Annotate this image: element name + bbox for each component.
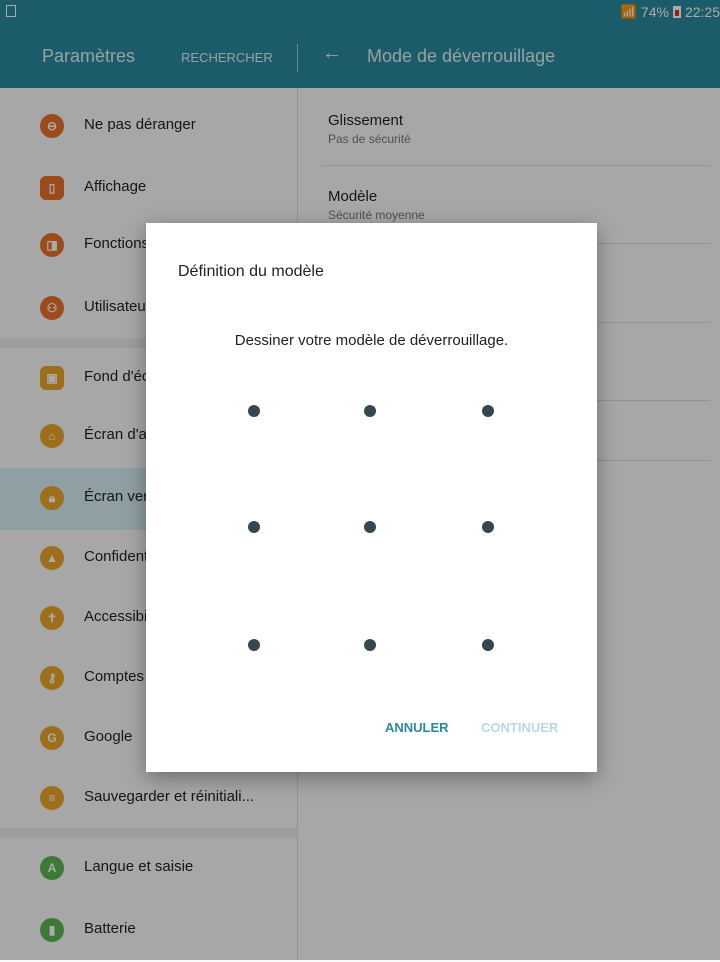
pattern-dot[interactable] [482,405,494,417]
pattern-dialog: Définition du modèle Dessiner votre modè… [146,223,597,772]
pattern-dot[interactable] [248,521,260,533]
pattern-dot[interactable] [248,405,260,417]
dialog-message: Dessiner votre modèle de déverrouillage. [234,332,509,349]
pattern-dot[interactable] [482,639,494,651]
pattern-dot[interactable] [364,521,376,533]
pattern-dot[interactable] [364,639,376,651]
pattern-dot[interactable] [482,521,494,533]
pattern-dot[interactable] [248,639,260,651]
dialog-title: Définition du modèle [178,263,324,280]
cancel-button[interactable]: ANNULER [385,720,449,735]
continue-button[interactable]: CONTINUER [481,720,558,735]
pattern-dot[interactable] [364,405,376,417]
